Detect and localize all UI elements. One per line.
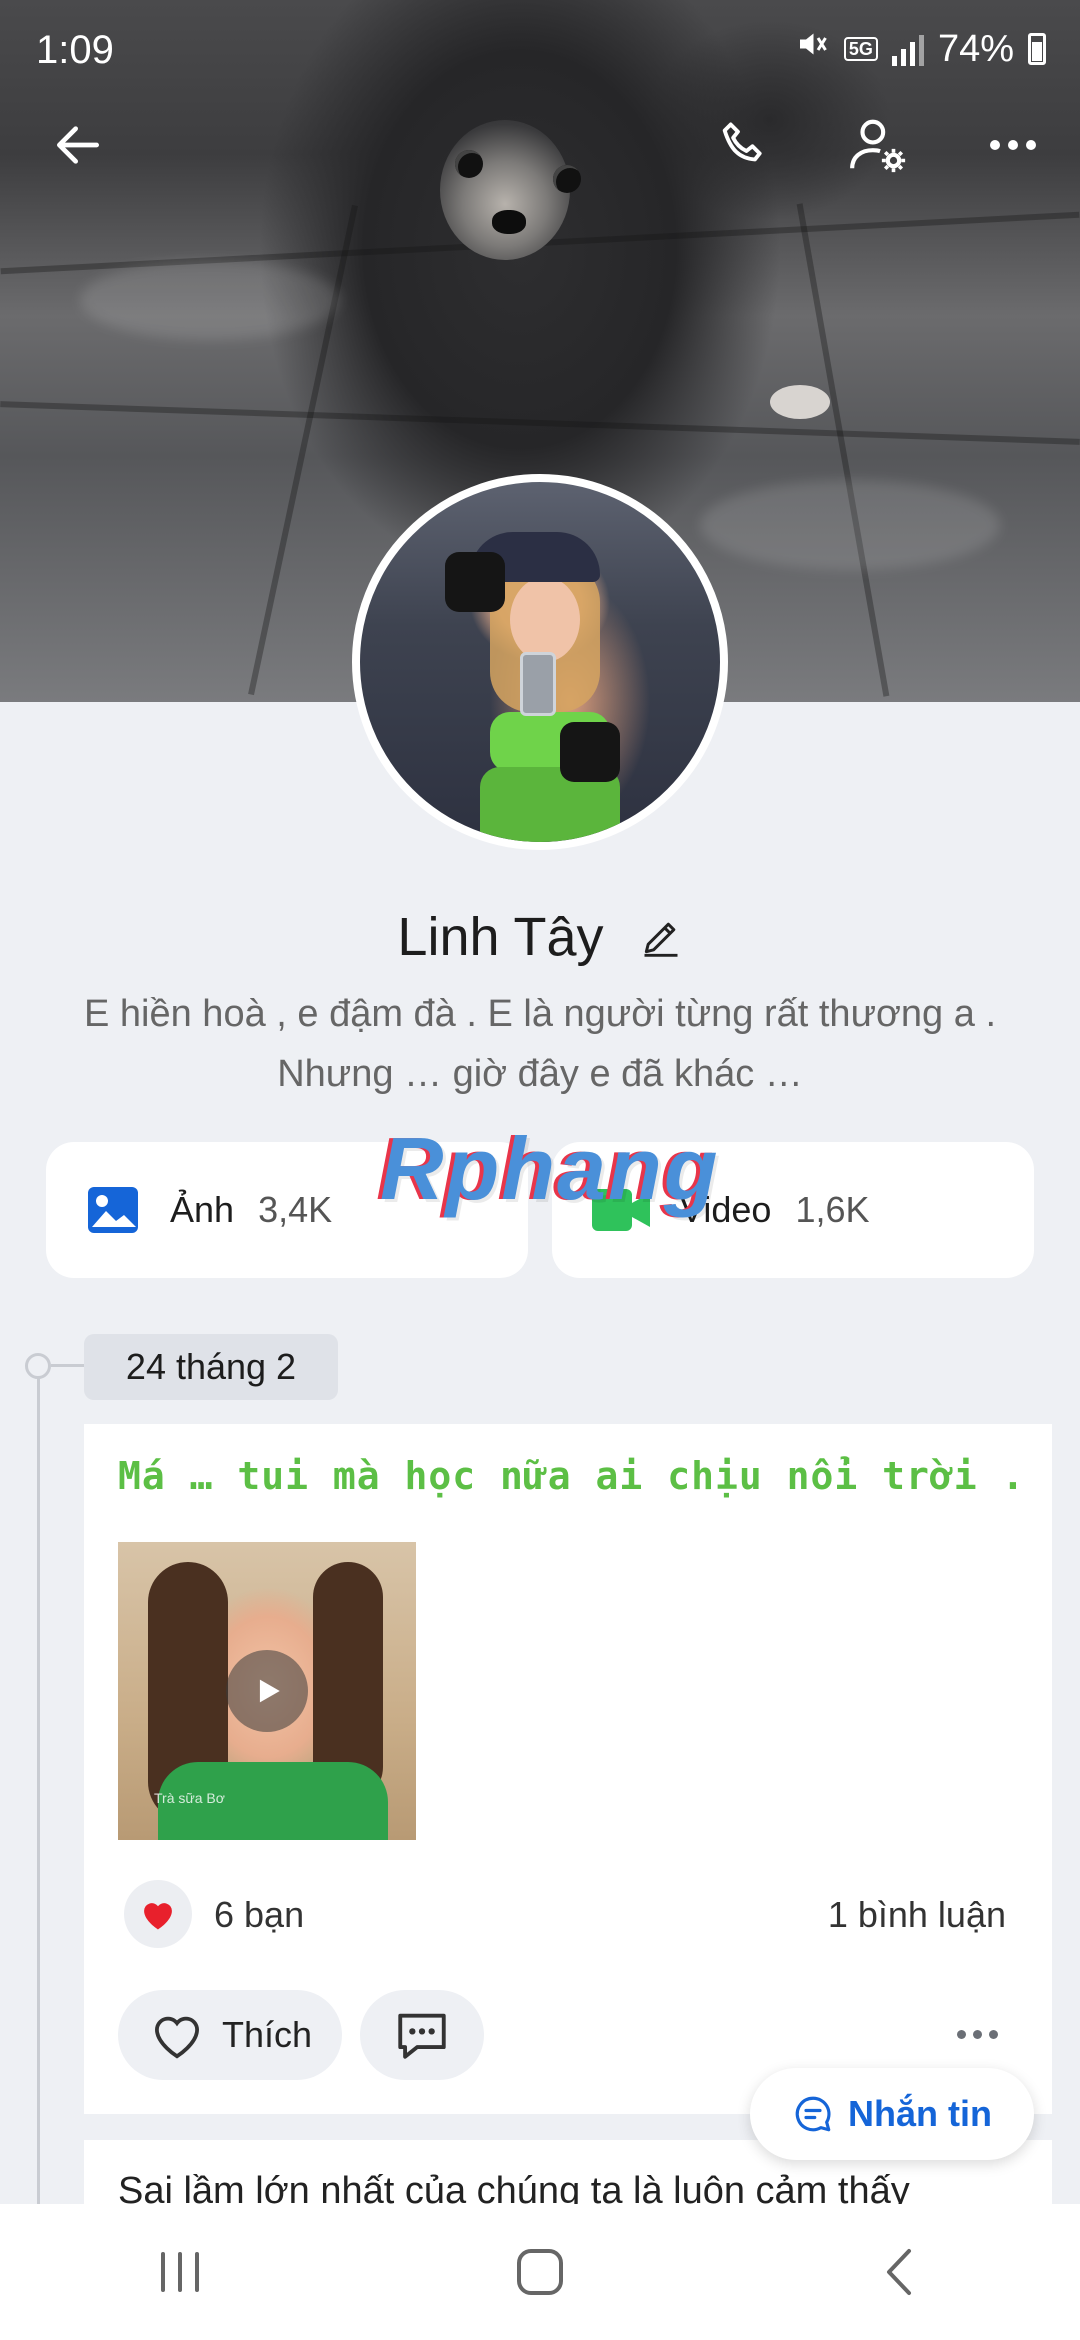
network-badge: 5G [843,37,878,61]
pencil-icon [644,922,678,957]
watermark-logo: Rphang [380,1119,720,1218]
more-options-button[interactable] [973,105,1053,185]
system-nav-bar [0,2204,1080,2340]
profile-avatar[interactable] [352,474,728,850]
status-bar: 1:09 5G 74% [0,0,1080,96]
profile-name: Linh Tây [397,907,604,967]
back-button[interactable] [38,105,118,185]
dog-eye-left [455,150,483,178]
status-time: 1:09 [36,28,114,72]
photos-label: Ảnh [170,1189,235,1230]
recent-apps-button[interactable] [120,2222,240,2322]
edit-name-button[interactable] [639,910,683,972]
chevron-left-icon [887,2249,911,2295]
dog-eye-right [553,165,581,193]
chat-icon [795,2096,831,2132]
comment-bubble-icon [398,2013,446,2059]
comment-count[interactable]: 1 bình luận [828,1894,1006,1936]
call-button[interactable] [704,105,784,185]
timeline-line [37,1364,40,2244]
like-label: Thích [222,2014,313,2055]
home-icon [517,2249,563,2295]
photos-count: 3,4K [258,1189,333,1230]
more-horizontal-icon [990,140,1036,150]
profile-name-row: Linh Tây [0,906,1080,972]
battery-icon [1028,33,1046,65]
profile-settings-button[interactable] [838,105,918,185]
play-icon[interactable] [226,1650,308,1732]
comment-button[interactable] [360,1990,484,2080]
thumbnail-caption: Trà sữa Bơ [154,1790,225,1806]
post-text[interactable]: Má … tui mà học nữa ai chịu nổi trời . [118,1454,1025,1498]
user-gear-icon [850,119,906,173]
dog-face [440,120,570,260]
like-button[interactable]: Thích [118,1990,342,2080]
home-button[interactable] [480,2222,600,2322]
dog-nose [492,210,526,234]
send-message-button[interactable]: Nhắn tin [750,2068,1034,2160]
dog-paw [770,385,830,419]
back-nav-button[interactable] [840,2222,960,2322]
heart-reaction-icon[interactable] [124,1880,192,1948]
videos-count: 1,6K [795,1189,870,1230]
heart-outline-icon [155,2016,199,2059]
back-arrow-icon [57,126,99,164]
photo-icon [88,1187,138,1233]
reaction-count[interactable]: 6 bạn [214,1894,304,1936]
timeline-dot [25,1353,51,1379]
battery-percent: 74% [937,27,1014,70]
timeline-tick [51,1364,85,1367]
bio-line-2: Nhưng … giờ đây e đã khác … [277,1053,803,1095]
mute-icon [794,26,830,72]
send-message-label: Nhắn tin [848,2093,992,2134]
post-video-thumbnail[interactable]: Trà sữa Bơ [118,1542,416,1840]
signal-icon [891,32,924,66]
recent-apps-icon [161,2252,199,2292]
timeline-date: 24 tháng 2 [84,1334,338,1400]
post-card: Má … tui mà học nữa ai chịu nổi trời . T… [84,1424,1052,2114]
profile-bio: E hiền hoà , e đậm đà . E là người từng … [40,984,1040,1104]
bio-line-1: E hiền hoà , e đậm đà . E là người từng … [84,993,996,1035]
post-more-button[interactable] [942,2004,1012,2064]
phone-icon [722,122,762,162]
